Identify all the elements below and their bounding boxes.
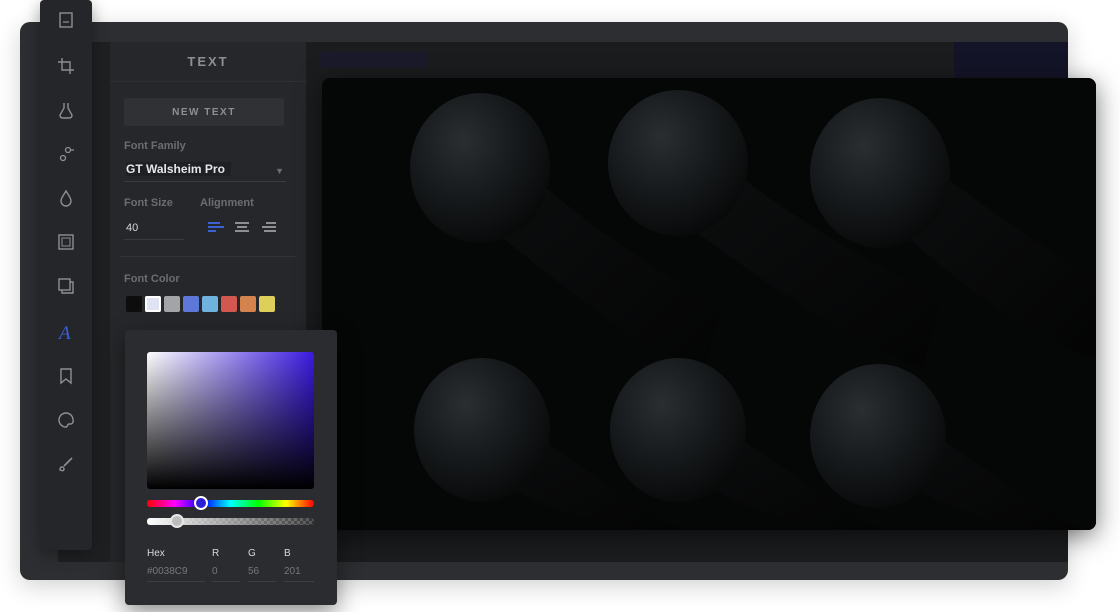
align-right-button[interactable] [262, 222, 278, 236]
canvas-topbar-segment [954, 42, 1068, 78]
color-swatch[interactable] [221, 296, 237, 312]
overlay-icon[interactable] [52, 272, 80, 300]
color-swatch[interactable] [202, 296, 218, 312]
drop-icon[interactable] [52, 184, 80, 212]
font-family-label: Font Family [124, 140, 186, 152]
alignment-label: Alignment [200, 197, 254, 209]
canvas-image[interactable] [322, 78, 1096, 530]
sticker-icon[interactable] [52, 362, 80, 390]
color-picker-popover: Hex R G B #0038C9 0 56 201 [125, 330, 337, 605]
canvas-topbar-segment [320, 52, 428, 68]
g-input[interactable]: 56 [248, 566, 276, 582]
hue-slider-handle[interactable] [194, 496, 208, 510]
r-input[interactable]: 0 [212, 566, 240, 582]
flask-icon[interactable] [52, 96, 80, 124]
panel-title: TEXT [110, 42, 306, 82]
g-label: G [248, 548, 256, 559]
font-color-label: Font Color [124, 273, 180, 285]
crop-frame-icon[interactable] [52, 6, 80, 34]
color-swatch[interactable] [183, 296, 199, 312]
font-family-select[interactable]: GT Walsheim Pro ▼ [124, 160, 286, 182]
divider [120, 256, 296, 257]
hue-slider[interactable] [147, 500, 314, 507]
font-size-input[interactable]: 40 [124, 218, 184, 240]
palette-icon[interactable] [52, 406, 80, 434]
brush-icon[interactable] [52, 450, 80, 478]
tool-rail: A [40, 0, 92, 550]
chevron-down-icon: ▼ [275, 166, 284, 176]
adjust-sliders-icon[interactable] [52, 140, 80, 168]
color-swatch[interactable] [145, 296, 161, 312]
frame-icon[interactable] [52, 228, 80, 256]
hex-input[interactable]: #0038C9 [147, 566, 205, 582]
font-size-label: Font Size [124, 197, 173, 209]
align-center-button[interactable] [234, 222, 250, 236]
saturation-value-field[interactable] [147, 352, 314, 489]
crop-icon[interactable] [52, 52, 80, 80]
hex-label: Hex [147, 548, 165, 559]
opacity-slider-handle[interactable] [170, 514, 184, 528]
align-left-button[interactable] [208, 222, 224, 236]
dark-spheres-image [322, 78, 1096, 530]
color-swatch[interactable] [164, 296, 180, 312]
font-family-value: GT Walsheim Pro [126, 162, 231, 176]
color-swatch[interactable] [259, 296, 275, 312]
text-icon[interactable]: A [52, 318, 80, 346]
r-label: R [212, 548, 220, 559]
new-text-button[interactable]: NEW TEXT [124, 98, 284, 126]
color-swatch[interactable] [126, 296, 142, 312]
b-label: B [284, 548, 291, 559]
color-swatch[interactable] [240, 296, 256, 312]
b-input[interactable]: 201 [284, 566, 314, 582]
svg-text:A: A [57, 323, 71, 342]
